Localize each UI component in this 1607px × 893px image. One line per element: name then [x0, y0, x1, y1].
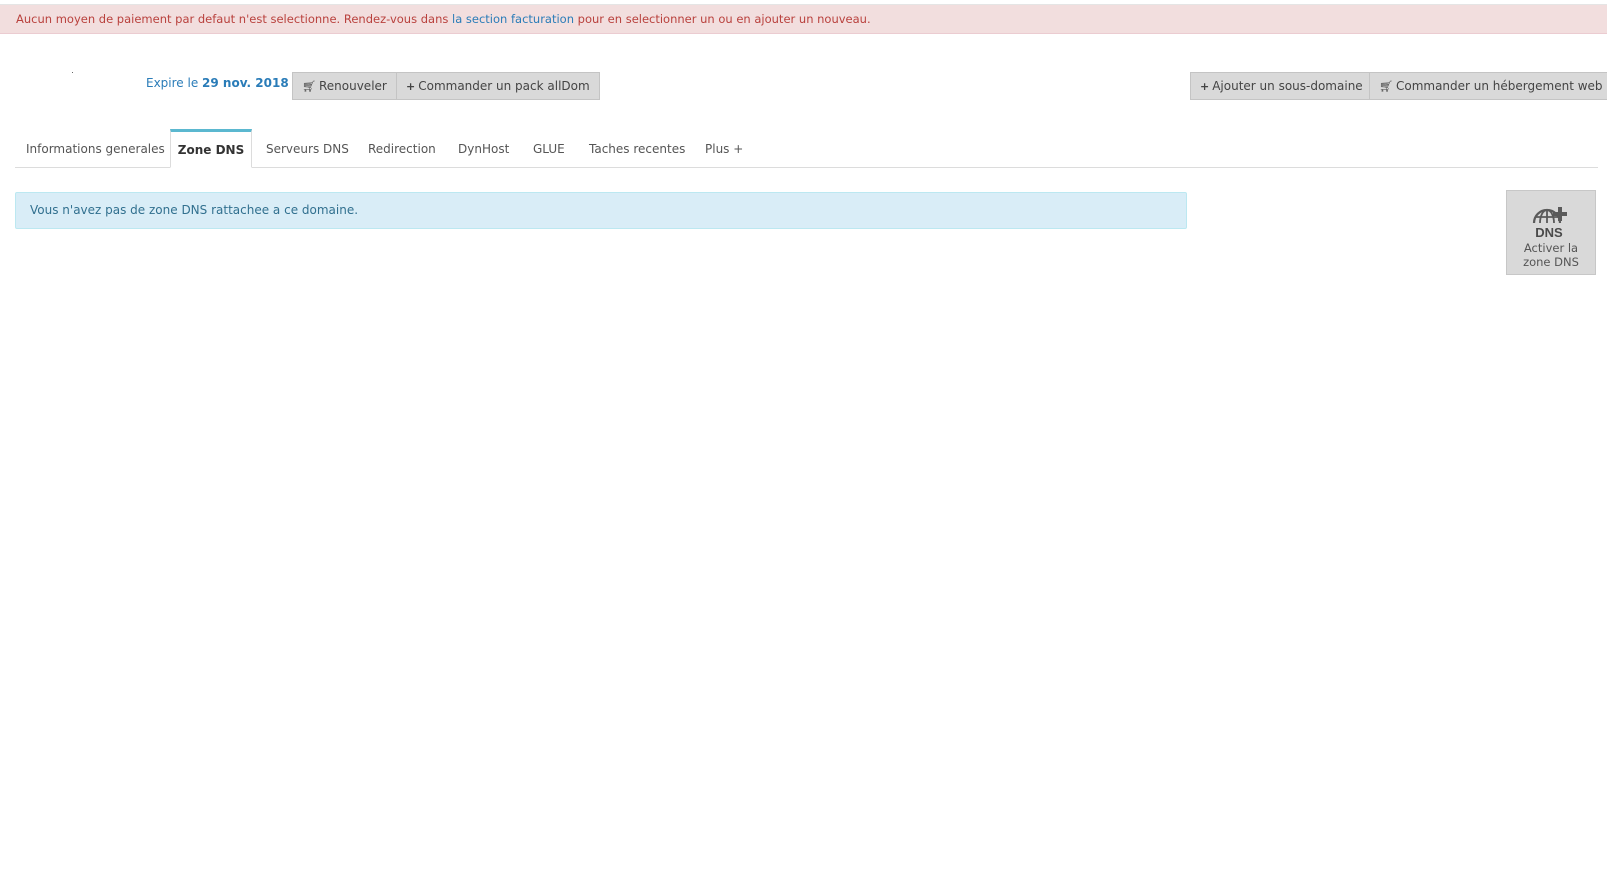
tab-more[interactable]: Plus + [705, 129, 743, 167]
logo-placeholder [72, 72, 73, 73]
tab-recent-tasks[interactable]: Taches recentes [589, 129, 685, 167]
billing-section-link[interactable]: la section facturation [452, 12, 574, 26]
tab-glue[interactable]: GLUE [533, 129, 565, 167]
alert-text-after: pour en selectionner un ou en ajouter un… [574, 12, 871, 26]
expire-date: 29 nov. 2018 [202, 76, 289, 90]
tab-general-info[interactable]: Informations generales [26, 129, 165, 167]
order-alldom-button[interactable]: + Commander un pack allDom [396, 72, 600, 100]
activate-dns-label-line1: Activer la [1523, 241, 1579, 255]
order-alldom-label: Commander un pack allDom [418, 79, 590, 93]
add-subdomain-label: Ajouter un sous-domaine [1212, 79, 1363, 93]
order-hosting-label: Commander un hébergement web [1395, 79, 1603, 93]
tab-dns-servers[interactable]: Serveurs DNS [266, 129, 349, 167]
renew-button[interactable]: 🛒︎ Renouveler [292, 72, 397, 100]
plus-icon: + [1200, 80, 1210, 93]
order-hosting-button[interactable]: 🛒︎ Commander un hébergement web [1369, 72, 1607, 100]
expire-label: Expire le [146, 76, 203, 90]
tab-redirection[interactable]: Redirection [368, 129, 436, 167]
info-message-text: Vous n'avez pas de zone DNS rattachee a … [30, 203, 359, 217]
payment-alert: Aucun moyen de paiement par defaut n'est… [0, 5, 1607, 34]
shopping-cart-icon: 🛒︎ [302, 80, 316, 93]
dns-icon-text: DNS [1535, 225, 1563, 240]
activate-dns-zone-button[interactable]: DNS Activer la zone DNS [1506, 190, 1596, 275]
activate-dns-label-line2: zone DNS [1523, 255, 1579, 269]
tab-dynhost[interactable]: DynHost [458, 129, 509, 167]
alert-text-before: Aucun moyen de paiement par defaut n'est… [16, 12, 453, 26]
no-dns-zone-message: Vous n'avez pas de zone DNS rattachee a … [15, 192, 1187, 229]
globe-plus-icon: DNS [1532, 207, 1567, 240]
expiration-info: Expire le 29 nov. 2018 [146, 76, 289, 90]
shopping-cart-icon: 🛒︎ [1379, 80, 1393, 93]
tab-bar: Informations generales Zone DNS Serveurs… [15, 129, 1598, 168]
tab-dns-zone[interactable]: Zone DNS [170, 129, 252, 168]
add-subdomain-button[interactable]: + Ajouter un sous-domaine [1190, 72, 1373, 100]
plus-icon: + [406, 80, 416, 93]
renew-label: Renouveler [318, 79, 387, 93]
